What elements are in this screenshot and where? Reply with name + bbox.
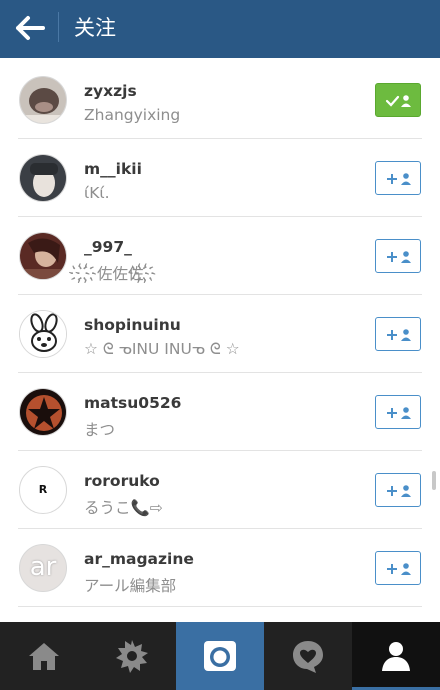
username[interactable]: m__ikii [84,160,142,178]
username[interactable]: matsu0526 [84,394,181,412]
profile-icon [382,642,410,671]
header-divider [58,12,59,42]
list-item[interactable]: zyxzjs Zhangyixing [0,61,440,139]
list-item[interactable]: R rororuko るうこ📞⇨ [0,451,440,529]
avatar-logo: ar [29,552,57,582]
add-user-icon [387,329,411,341]
tab-camera[interactable] [176,622,264,690]
username[interactable]: shopinuinu [84,316,181,334]
following-check-icon [385,95,411,107]
full-name: るうこ📞⇨ [84,499,163,517]
follow-button[interactable] [375,239,421,273]
following-list[interactable]: zyxzjs Zhangyixing m__ikii ίΚί. _997_ ҉҉… [0,58,440,622]
avatar[interactable]: R [19,466,67,514]
list-item[interactable]: ar ar_magazine アール編集部 [0,529,440,607]
back-arrow-icon [16,16,45,40]
row-divider [18,606,422,607]
tab-profile[interactable] [352,622,440,690]
avatar[interactable] [19,310,67,358]
bottom-tab-bar [0,622,440,690]
home-icon [29,643,59,670]
follow-button[interactable] [375,161,421,195]
add-user-icon [387,251,411,263]
avatar[interactable] [19,388,67,436]
page-title: 关注 [74,16,116,40]
full-name: ☆ ᘓ ᓀINU INUᓀ ᘓ ☆ [84,340,240,358]
avatar[interactable] [19,76,67,124]
username[interactable]: _997_ [84,238,132,256]
username[interactable]: ar_magazine [84,550,194,568]
avatar-letter: R [38,483,48,496]
scrollbar[interactable] [432,471,436,490]
explore-icon [116,640,148,673]
avatar[interactable] [19,154,67,202]
camera-icon [204,641,236,671]
tab-home[interactable] [0,622,88,690]
list-item[interactable]: _997_ ҉҉佐佐佐҉҉ [0,217,440,295]
back-button[interactable] [12,12,48,44]
full-name: まつ [84,421,116,439]
list-item[interactable]: shopinuinu ☆ ᘓ ᓀINU INUᓀ ᘓ ☆ [0,295,440,373]
full-name: アール編集部 [84,577,177,595]
username[interactable]: zyxzjs [84,82,137,100]
add-user-icon [387,173,411,185]
full-name: ίΚί. [84,184,110,202]
avatar[interactable] [19,232,67,280]
tab-activity[interactable] [264,622,352,690]
following-button[interactable] [375,83,421,117]
follow-button[interactable] [375,551,421,585]
top-bar: 关注 [0,0,440,58]
add-user-icon [387,407,411,419]
add-user-icon [387,485,411,497]
add-user-icon [387,563,411,575]
list-item[interactable]: matsu0526 まつ [0,373,440,451]
activity-icon [293,641,323,673]
follow-button[interactable] [375,395,421,429]
full-name: ҉҉佐佐佐҉҉ [84,265,157,283]
follow-button[interactable] [375,317,421,351]
follow-button[interactable] [375,473,421,507]
avatar[interactable]: ar [19,544,67,592]
full-name: Zhangyixing [84,106,181,124]
list-item[interactable]: m__ikii ίΚί. [0,139,440,217]
tab-explore[interactable] [88,622,176,690]
username[interactable]: rororuko [84,472,160,490]
